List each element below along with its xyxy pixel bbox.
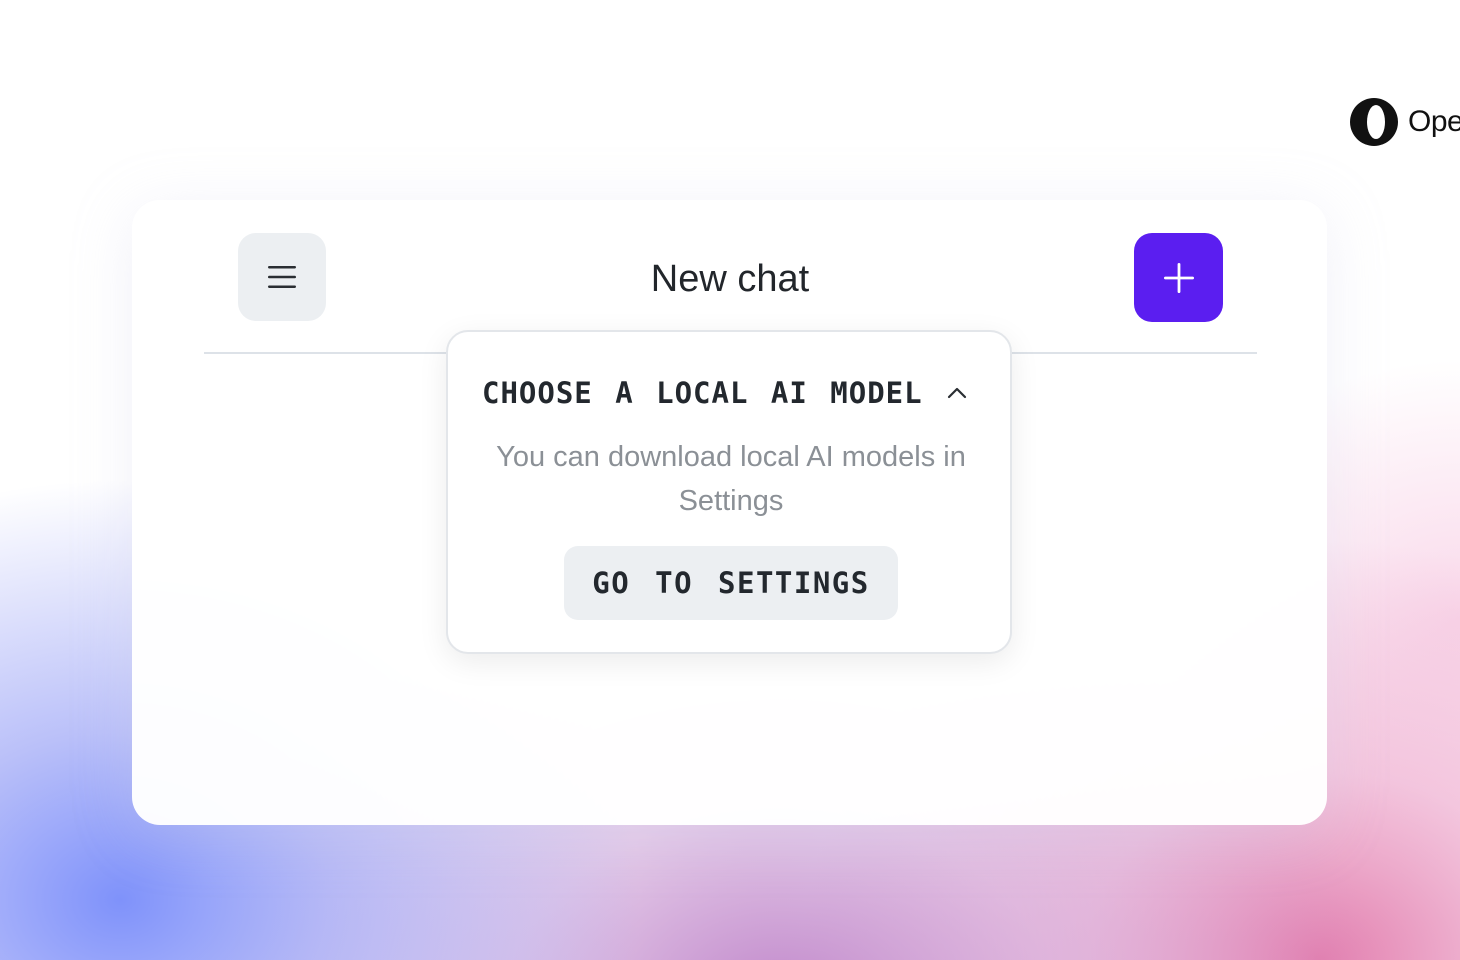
popup-title: CHOOSE A LOCAL AI MODEL bbox=[482, 376, 923, 410]
brand: Ope bbox=[1348, 96, 1460, 148]
hamburger-menu-icon bbox=[268, 266, 296, 288]
go-to-settings-button[interactable]: GO TO SETTINGS bbox=[564, 546, 898, 620]
popup-header[interactable]: CHOOSE A LOCAL AI MODEL bbox=[482, 376, 969, 410]
plus-icon bbox=[1163, 262, 1194, 293]
page-title: New chat bbox=[650, 258, 810, 300]
opera-logo-icon bbox=[1350, 98, 1398, 146]
brand-text: Ope bbox=[1408, 105, 1460, 138]
popup-description: You can download local AI models in Sett… bbox=[496, 441, 966, 517]
new-chat-button[interactable] bbox=[1134, 233, 1223, 322]
menu-button[interactable] bbox=[238, 233, 326, 321]
chevron-up-icon[interactable] bbox=[945, 381, 969, 405]
model-picker-popup: CHOOSE A LOCAL AI MODEL You can download… bbox=[446, 330, 1012, 654]
